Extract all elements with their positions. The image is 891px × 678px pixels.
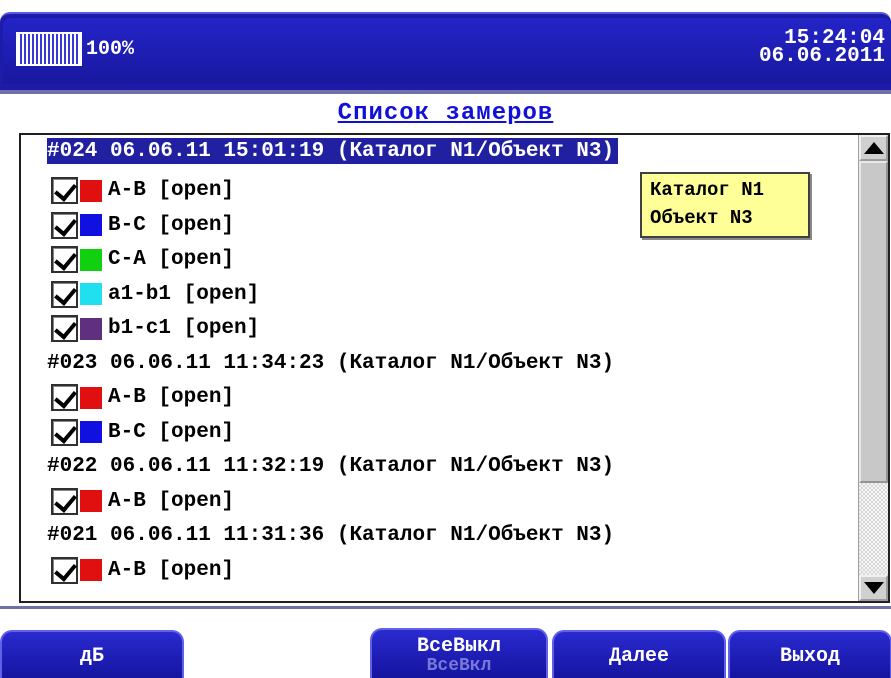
status-bar: 100% 15:24:04 06.06.2011 [0, 12, 891, 90]
clock: 15:24:04 06.06.2011 [758, 28, 885, 68]
next-button[interactable]: Далее [552, 630, 726, 678]
db-button[interactable]: дБ [0, 630, 184, 678]
channel-label: A-B [open] [108, 386, 235, 409]
channel-checkbox[interactable] [51, 315, 78, 342]
channel-label: b1-c1 [open] [108, 317, 260, 340]
channel-label: A-B [open] [108, 558, 235, 582]
channel-row[interactable]: b1-c1 [open] [51, 312, 259, 346]
channel-color-swatch [80, 490, 102, 512]
exit-button-label: Выход [779, 644, 840, 668]
channel-row[interactable]: B-C [open] [51, 208, 234, 242]
all-on-label: ВсеВкл [426, 656, 492, 676]
channel-row[interactable]: C-A [open] [51, 243, 234, 277]
channel-checkbox[interactable] [51, 418, 78, 446]
channel-color-swatch [80, 214, 102, 236]
scroll-down-button[interactable] [859, 575, 888, 601]
path-tooltip: Каталог N1 Объект N3 [640, 172, 810, 238]
channel-label: B-C [open] [108, 213, 235, 237]
arrow-down-icon [863, 582, 884, 594]
tooltip-catalog: Каталог N1 [650, 179, 765, 201]
scroll-up-button[interactable] [859, 135, 888, 161]
channel-label: B-C [open] [108, 420, 235, 444]
channel-color-swatch [80, 421, 102, 443]
channel-checkbox[interactable] [51, 246, 78, 273]
scrollbar[interactable] [858, 135, 888, 601]
db-button-label: дБ [79, 644, 104, 668]
next-button-label: Далее [608, 644, 669, 668]
measurement-header[interactable]: #023 06.06.11 11:34:23 (Каталог N1/Объек… [47, 346, 614, 380]
channel-row[interactable]: A-B [open] [51, 381, 234, 415]
battery-icon [16, 32, 82, 66]
channel-color-swatch [80, 248, 102, 271]
channel-color-swatch [80, 386, 102, 409]
measurement-header[interactable]: #022 06.06.11 11:32:19 (Каталог N1/Объек… [47, 450, 614, 484]
measurement-header[interactable]: #021 06.06.11 11:31:36 (Каталог N1/Объек… [47, 519, 614, 553]
channel-label: A-B [open] [108, 179, 235, 202]
channel-row[interactable]: a1-b1 [open] [51, 277, 259, 311]
channel-label: A-B [open] [108, 489, 235, 513]
channel-color-swatch [80, 317, 102, 340]
channel-checkbox[interactable] [51, 280, 78, 308]
channel-row[interactable]: A-B [open] [51, 174, 234, 208]
channel-checkbox[interactable] [51, 556, 78, 584]
page-title: Список замеров [337, 100, 554, 127]
channel-color-swatch [80, 179, 102, 202]
channel-color-swatch [80, 559, 102, 581]
channel-checkbox[interactable] [51, 487, 78, 515]
device-screen: 100% 15:24:04 06.06.2011 Список замеров … [0, 0, 891, 678]
scroll-thumb[interactable] [859, 161, 888, 483]
battery-percent: 100% [86, 38, 135, 61]
bottom-separator [0, 606, 891, 609]
channel-checkbox[interactable] [51, 384, 78, 411]
channel-checkbox[interactable] [51, 177, 78, 204]
arrow-up-icon [863, 142, 884, 154]
channel-checkbox[interactable] [51, 211, 78, 239]
measurement-header[interactable]: #024 06.06.11 15:01:19 (Каталог N1/Объек… [47, 138, 619, 164]
all-off-label: ВсеВыкл [416, 635, 501, 658]
channel-color-swatch [80, 283, 102, 305]
channel-label: a1-b1 [open] [108, 282, 260, 306]
top-separator [0, 90, 891, 94]
exit-button[interactable]: Выход [728, 630, 891, 678]
channel-row[interactable]: A-B [open] [51, 553, 234, 587]
channel-row[interactable]: A-B [open] [51, 484, 234, 518]
channel-label: C-A [open] [108, 248, 235, 271]
tooltip-object: Объект N3 [650, 207, 753, 229]
clock-date: 06.06.2011 [758, 45, 885, 68]
channel-row[interactable]: B-C [open] [51, 415, 234, 449]
toggle-all-button[interactable]: ВсеВыкл ВсеВкл [370, 628, 548, 678]
